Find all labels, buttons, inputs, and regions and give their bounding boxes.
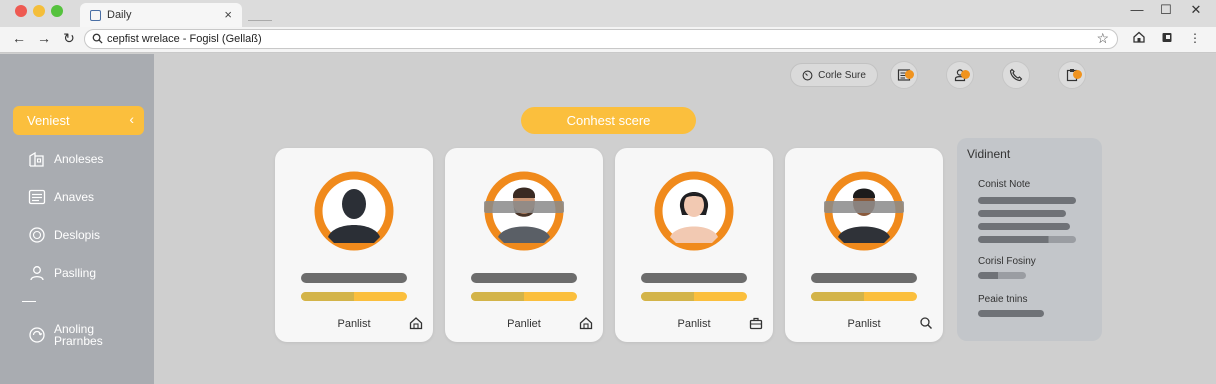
sidebar-divider <box>22 301 36 302</box>
window-zoom-dot[interactable] <box>51 5 63 17</box>
progress-bar <box>301 292 407 301</box>
building-icon <box>28 150 46 168</box>
sidebar-item-anoling-prarnbes[interactable]: Anoling Prarnbes <box>28 319 148 351</box>
browser-tab[interactable]: Daily × <box>80 3 242 27</box>
sidebar-item-label: Paslling <box>54 266 97 280</box>
panel-section-label: Peaie tnins <box>978 294 1028 305</box>
call-button[interactable] <box>1002 61 1030 89</box>
gauge-icon <box>802 70 813 80</box>
minimize-icon[interactable]: — <box>1129 2 1145 17</box>
panel-text-line <box>978 236 1076 243</box>
coin-icon <box>28 226 46 244</box>
tab-favicon-icon <box>90 9 101 21</box>
reload-icon[interactable]: ↻ <box>61 30 77 47</box>
sidebar-item-label: Deslopis <box>54 228 101 242</box>
phone-icon <box>1009 68 1023 82</box>
address-bar[interactable]: cepfist wrelace - Fogisl (Gellaß) ☆ <box>84 29 1118 49</box>
name-placeholder-bar <box>471 273 577 283</box>
new-tab-area[interactable] <box>248 20 272 21</box>
sidebar-active-label: Veniest <box>27 113 70 128</box>
avatar-silhouette <box>314 171 394 251</box>
search-icon[interactable] <box>919 316 933 330</box>
panel-section-label: Corisl Fosiny <box>978 256 1036 267</box>
score-chip[interactable]: Corle Sure <box>790 63 878 87</box>
list-icon <box>28 188 46 206</box>
details-panel: Vidinent Conist Note Corisl Fosiny Peaie… <box>957 138 1102 341</box>
profile-card[interactable]: Panlist <box>785 148 943 342</box>
sidebar-item-active[interactable]: Veniest ‹ <box>13 106 144 135</box>
progress-fill <box>811 292 864 301</box>
tab-close-icon[interactable]: × <box>224 7 232 22</box>
panel-text-line <box>978 272 1026 279</box>
forward-icon[interactable]: → <box>36 30 52 46</box>
window-close-dot[interactable] <box>15 5 27 17</box>
chevron-left-icon[interactable]: ‹ <box>129 111 134 127</box>
search-icon <box>92 33 103 44</box>
home-icon[interactable] <box>579 316 593 330</box>
sidebar-item-deslopis[interactable]: Deslopis <box>28 223 148 247</box>
name-placeholder-bar <box>811 273 917 283</box>
main-content: Corle Sure Conhest scere Panlist Panliet… <box>154 54 1216 384</box>
close-icon[interactable]: ✕ <box>1188 2 1204 18</box>
extension-puzzle-icon[interactable] <box>1160 31 1174 46</box>
sidebar-item-anoleses[interactable]: Anoleses <box>28 147 148 171</box>
menu-icon[interactable]: ⋮ <box>1188 31 1202 45</box>
profile-button[interactable] <box>946 61 974 89</box>
sidebar-item-label: Anoleses <box>54 152 104 166</box>
progress-fill <box>471 292 524 301</box>
home-icon[interactable] <box>409 316 423 330</box>
avatar-man-bearded <box>484 171 564 251</box>
briefcase-icon[interactable] <box>749 316 763 330</box>
score-chip-label: Corle Sure <box>818 69 866 81</box>
browser-toolbar: ← → ↻ cepfist wrelace - Fogisl (Gellaß) … <box>0 27 1216 53</box>
progress-bar <box>811 292 917 301</box>
name-placeholder-bar <box>641 273 747 283</box>
panel-title: Vidinent <box>967 147 1011 161</box>
notification-badge <box>961 70 970 79</box>
progress-fill <box>641 292 694 301</box>
bookmark-star-icon[interactable]: ☆ <box>1096 30 1109 47</box>
progress-bar <box>641 292 747 301</box>
progress-fill <box>301 292 354 301</box>
sidebar-item-label: Anoling Prarnbes <box>54 322 103 348</box>
avatar-man-dark <box>824 171 904 251</box>
contest-score-button[interactable]: Conhest scere <box>521 107 696 134</box>
maximize-icon[interactable]: ☐ <box>1158 2 1174 18</box>
refresh-icon <box>28 326 46 344</box>
avatar-woman <box>654 171 734 251</box>
notification-badge <box>1073 70 1082 79</box>
panel-section-label: Conist Note <box>978 179 1031 190</box>
panel-text-line <box>978 197 1076 204</box>
extension-home-icon[interactable] <box>1132 31 1146 46</box>
tab-bar: Daily × — ☐ ✕ <box>0 0 1216 27</box>
panel-text-line <box>978 310 1044 317</box>
sidebar-item-label: Anaves <box>54 190 95 204</box>
address-text: cepfist wrelace - Fogisl (Gellaß) <box>107 33 262 45</box>
name-placeholder-bar <box>301 273 407 283</box>
profile-card[interactable]: Panlist <box>615 148 773 342</box>
sidebar-item-anaves[interactable]: Anaves <box>28 185 148 209</box>
notification-badge <box>905 70 914 79</box>
sidebar-item-paslling[interactable]: Paslling <box>28 261 148 285</box>
panel-text-line <box>978 223 1070 230</box>
sidebar: Veniest ‹ Anoleses Anaves Deslopis Pasll… <box>0 54 154 384</box>
profile-card[interactable]: Panlist <box>275 148 433 342</box>
notes-button[interactable] <box>890 61 918 89</box>
person-icon <box>28 264 46 282</box>
panel-text-line <box>978 210 1066 217</box>
settings-button[interactable] <box>1058 61 1086 89</box>
tab-title: Daily <box>107 9 132 21</box>
progress-bar <box>471 292 577 301</box>
profile-card[interactable]: Panliet <box>445 148 603 342</box>
window-minimize-dot[interactable] <box>33 5 45 17</box>
back-icon[interactable]: ← <box>11 30 27 46</box>
